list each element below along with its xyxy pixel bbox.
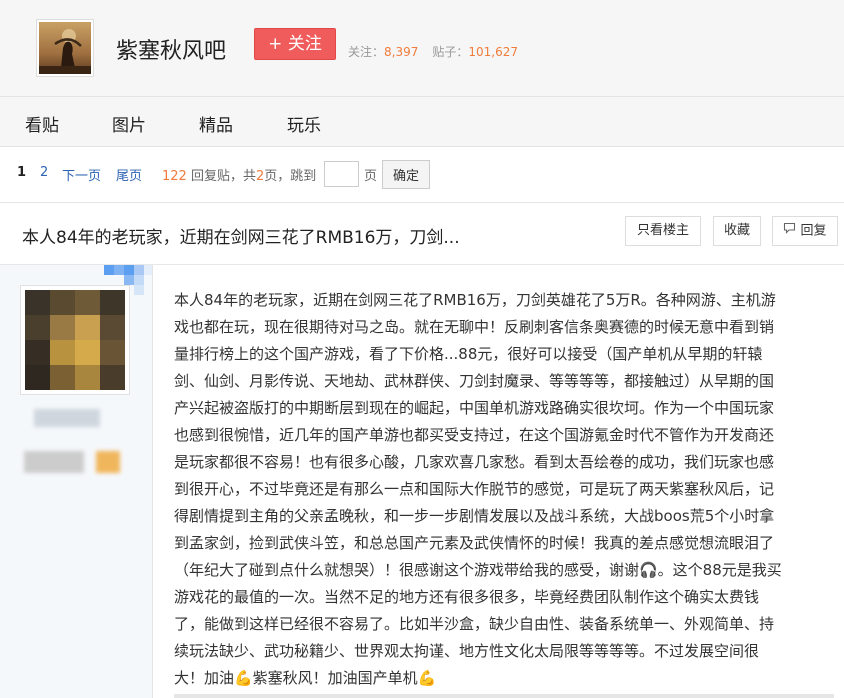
reply-button[interactable]: 回复 [772,216,838,246]
post-line: 是玩家都很不容易！也有很多心酸，几家欢喜几家愁。看到太吾绘卷的成功，我们玩家也感 [174,453,775,471]
tab-fun[interactable]: 玩乐 [287,111,321,136]
post-line: 了，能做到这样已经很不容易了。比如半沙盒，缺少自由性、装备系统单一、外观简单、持 [174,615,775,633]
follow-button[interactable]: + 关注 [254,28,336,60]
page-link-2[interactable]: 2 [40,165,48,180]
reply-info: 122 回复贴，共2页，跳到 [162,165,316,184]
only-op-button[interactable]: 只看楼主 [625,216,701,246]
author-level-blurred [24,451,84,473]
post-line: 戏也都在玩，现在很期待对马之岛。就在无聊中！反刷刺客信条奥赛德的时候无意中看到销 [174,318,775,336]
post-line: 到很开心，不过毕竟还是有那么一点和国际大作脱节的感觉，可是玩了两天紫塞秋风后，记 [174,480,775,498]
tab-images[interactable]: 图片 [112,111,146,136]
tab-threads[interactable]: 看贴 [25,111,59,136]
post-line: 量排行榜上的这个国产游戏，看了下价格...88元，很好可以接受（国产单机从早期的… [174,345,763,363]
forum-header: 紫塞秋风吧 + 关注 关注：8,397 贴子：101,627 [0,0,844,97]
post-content: 本人84年的老玩家，近期在剑网三花了RMB16万，刀剑英雄花了5万R。各种网游、… [174,287,822,692]
author-avatar[interactable] [20,285,130,395]
post-line: 得剧情提到主角的父亲孟晚秋，和一步一步剧情发展以及战斗系统，大战boos荒5个小… [174,507,775,525]
post-line: 也感到很惋惜，近几年的国产单游也都买受支持过，在这个国游氪金时代不管作为开发商还 [174,426,775,444]
author-sidebar [0,265,153,698]
thread-title-bar: 本人84年的老玩家，近期在剑网三花了RMB16万，刀剑... 只看楼主 收藏 回… [0,202,844,265]
last-page-link[interactable]: 尾页 [116,165,142,184]
page-unit-label: 页 [364,169,378,184]
post-line: 到孟家剑，捡到武侠斗笠，和总总国产元素及武侠情怀的时候！我真的差点感觉想流眼泪了 [174,534,775,552]
jump-label: 页，跳到 [264,169,317,184]
pagination: 1 2 下一页 尾页 122 回复贴，共2页，跳到 页 确定 [0,146,844,202]
post-line: 续玩法缺少、武功秘籍少、世界观太拘谨、地方性文化太局限等等等等。不过发展空间很 [174,642,760,660]
forum-nav: 看贴 图片 精品 玩乐 [0,97,844,147]
post-line: 剑、仙剑、月影传说、天地劫、武林群侠、刀剑封魔录、等等等等，都接触过）从早期的国 [174,372,775,390]
next-page-link[interactable]: 下一页 [62,165,101,184]
post-line: 本人84年的老玩家，近期在剑网三花了RMB16万，刀剑英雄花了5万R。各种网游、… [174,291,776,309]
followers-label: 关注： [348,45,385,59]
thread-title: 本人84年的老玩家，近期在剑网三花了RMB16万，刀剑... [22,228,460,248]
author-name-blurred[interactable] [34,409,100,427]
forum-stats: 关注：8,397 贴子：101,627 [348,43,518,60]
post-line: 游戏花的最值的一次。当然不足的地方还有很多很多，毕竟经费团队制作这个确实太费钱 [174,588,760,606]
post-line: 产兴起被盗版打的中期断层到现在的崛起，中国单机游戏路确实很坎坷。作为一个中国玩家 [174,399,775,417]
comment-icon [783,217,796,245]
author-badge-blurred [96,451,120,473]
post-line: （年纪大了碰到点什么就想哭）！很感谢这个游戏带给我的感受，谢谢🎧。这个88元是我… [174,561,782,579]
reply-label: 回复贴，共 [190,169,256,184]
reply-count: 122 [162,169,187,184]
forum-name[interactable]: 紫塞秋风吧 [116,33,226,65]
post-line: 大！加油💪紫塞秋风！加油国产单机💪 [174,669,437,687]
followers-count: 8,397 [384,45,419,59]
jump-confirm-button[interactable]: 确定 [382,160,430,189]
post-bottom-divider [174,694,834,698]
jump-page-input[interactable] [324,161,359,187]
forum-avatar-image [39,22,91,74]
posts-label: 贴子： [432,45,469,59]
favorite-button[interactable]: 收藏 [713,216,761,246]
author-avatar-image [25,290,125,390]
tab-featured[interactable]: 精品 [199,111,233,136]
page-current: 1 [17,165,27,180]
reply-button-label: 回复 [800,223,827,239]
forum-avatar[interactable] [36,19,94,77]
posts-count: 101,627 [468,45,519,59]
